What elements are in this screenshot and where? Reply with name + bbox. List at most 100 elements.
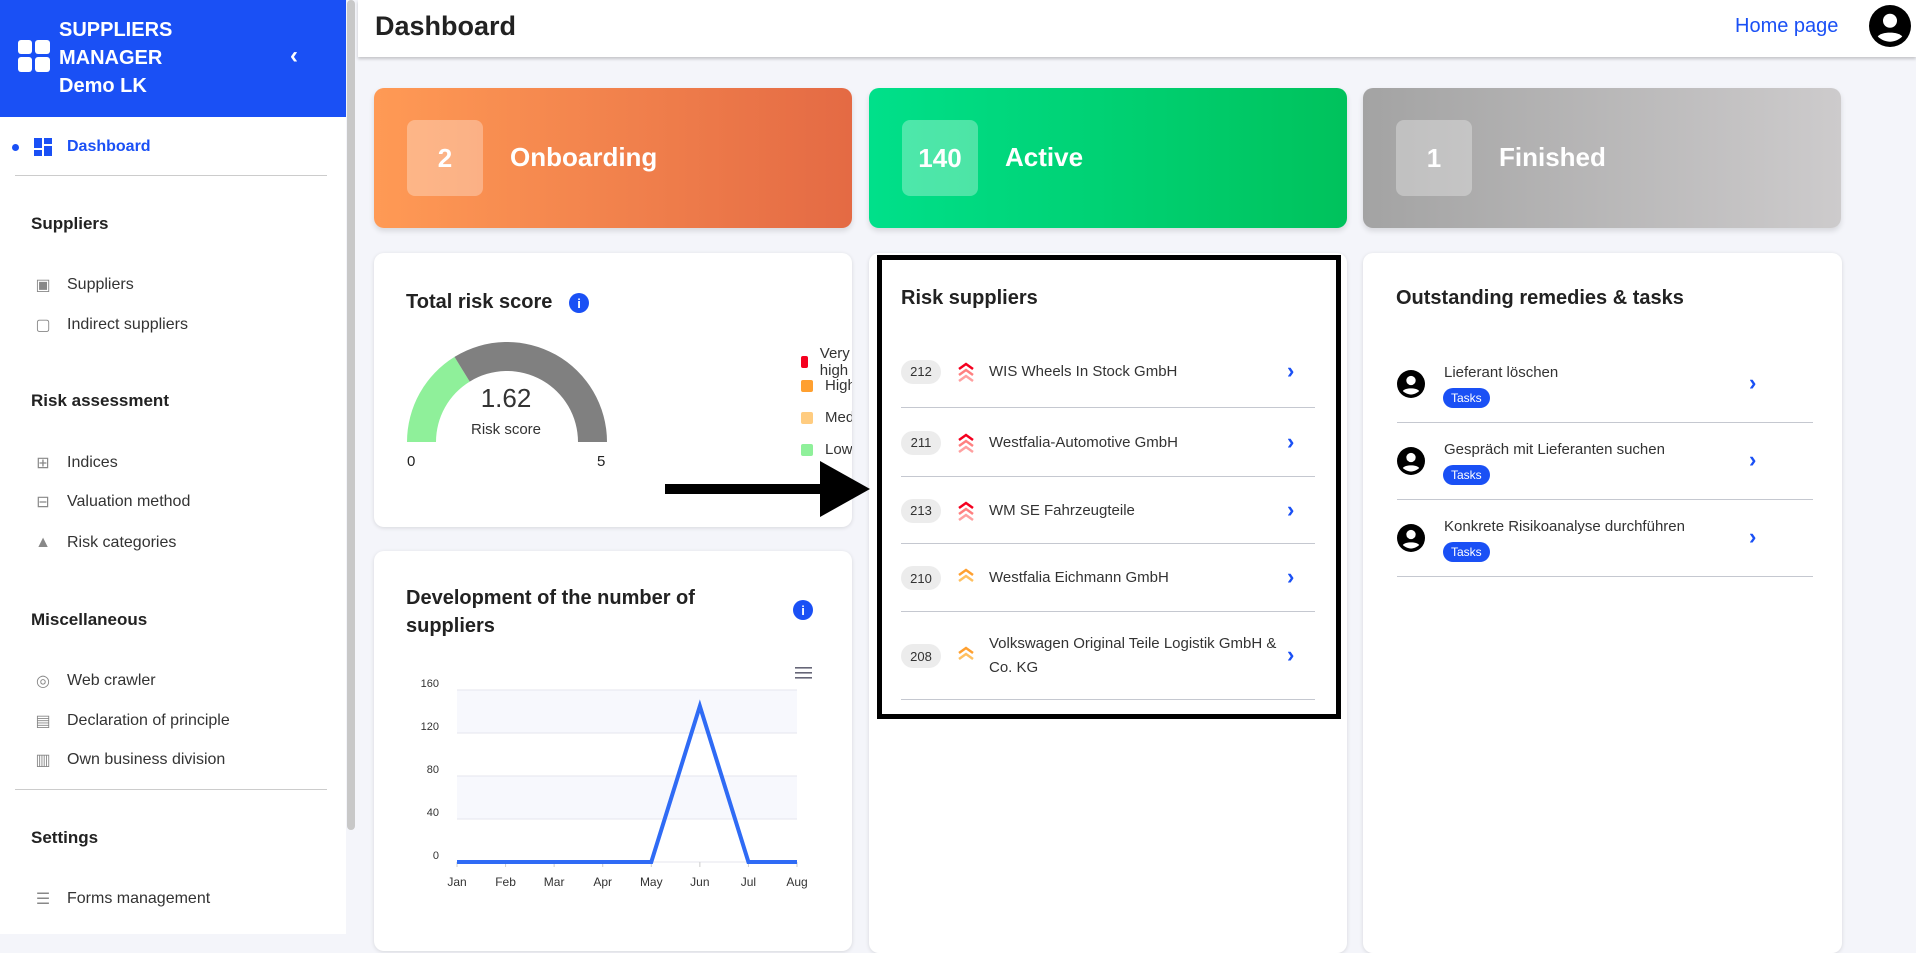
x-tick-label: Feb (495, 875, 516, 889)
stat-label: Finished (1499, 142, 1606, 172)
x-tick-label: Aug (786, 875, 807, 889)
active-indicator (12, 144, 19, 151)
home-page-link[interactable]: Home page (1735, 15, 1838, 38)
sidebar-item-label: Declaration of principle (67, 712, 230, 729)
grid-icon: ⊞ (36, 455, 50, 472)
sidebar-item-indirect-suppliers[interactable]: ▢ Indirect suppliers (32, 313, 188, 337)
legend-item: High (801, 377, 852, 394)
dashboard-icon (32, 138, 54, 156)
app-logo-icon (18, 40, 50, 72)
sidebar-item-label: Indices (67, 454, 118, 471)
stat-count: 2 (407, 120, 483, 196)
user-avatar-icon (1397, 447, 1425, 475)
sidebar-item-dashboard[interactable]: Dashboard (32, 135, 151, 159)
x-tick-label: Jul (741, 875, 756, 889)
divider (15, 789, 327, 790)
calculator-icon: ⊟ (36, 494, 50, 511)
document-icon: ▤ (35, 713, 51, 730)
legend-swatch (801, 379, 813, 392)
line-chart: 0 40 80 120 160 Jan Feb Mar Apr May Jun Jul Aug (421, 678, 808, 889)
app-title-line: Demo LK (59, 75, 147, 97)
sidebar-item-label: Valuation method (67, 493, 191, 510)
list-icon: ☰ (35, 891, 51, 908)
grid-band (457, 690, 797, 733)
supplier-development-card: Development of the number of suppliers i… (374, 551, 852, 951)
grid-band (457, 776, 797, 819)
sidebar-section-heading: Suppliers (31, 214, 109, 233)
legend-swatch (801, 356, 808, 368)
user-avatar-icon (1397, 524, 1425, 552)
collapse-sidebar-button[interactable]: ‹ (290, 42, 298, 70)
x-tick-label: Apr (593, 875, 612, 889)
badge-icon: ▣ (35, 277, 51, 294)
sidebar-item-own-business-division[interactable]: ▥ Own business division (32, 748, 225, 772)
chevron-right-icon[interactable]: › (1749, 447, 1756, 473)
app-title-line: SUPPLIERS (59, 19, 173, 41)
badge-outline-icon: ▢ (35, 317, 51, 334)
page-title: Dashboard (375, 11, 517, 41)
sidebar-item-label: Suppliers (67, 276, 134, 293)
sidebar-item-label: Indirect suppliers (67, 316, 188, 333)
stat-count: 1 (1396, 120, 1472, 196)
task-row[interactable]: Lieferant löschen Tasks › (1397, 346, 1813, 423)
sidebar-item-label: Risk categories (67, 534, 177, 551)
stat-card-finished[interactable]: 1 Finished (1363, 88, 1841, 228)
x-tick-label: Mar (544, 875, 565, 889)
task-title: Gespräch mit Lieferanten suchen (1444, 441, 1665, 458)
file-search-icon: ▥ (35, 752, 51, 769)
task-row[interactable]: Gespräch mit Lieferanten suchen Tasks › (1397, 423, 1813, 500)
info-icon[interactable]: i (569, 293, 589, 313)
sidebar: SUPPLIERS MANAGER Demo LK ‹ Dashboard Supp… (0, 0, 346, 934)
task-tag: Tasks (1443, 388, 1490, 408)
stat-count: 140 (902, 120, 978, 196)
shapes-icon: ▲ (35, 534, 51, 551)
sidebar-item-declaration-of-principle[interactable]: ▤ Declaration of principle (32, 709, 230, 733)
legend-label: Medium (825, 409, 852, 426)
legend-item: Very high (801, 345, 852, 379)
brand-header: SUPPLIERS MANAGER Demo LK ‹ (0, 0, 346, 117)
sidebar-scrollbar[interactable] (347, 0, 355, 830)
sidebar-item-valuation-method[interactable]: ⊟ Valuation method (32, 490, 190, 514)
x-tick-label: Jun (690, 875, 709, 889)
sidebar-item-forms-management[interactable]: ☰ Forms management (32, 887, 210, 911)
info-icon[interactable]: i (793, 600, 813, 620)
y-tick-label: 160 (421, 678, 439, 690)
legend-swatch (801, 411, 813, 424)
annotation-arrow (665, 461, 870, 517)
y-tick-label: 120 (421, 721, 439, 733)
stat-card-onboarding[interactable]: 2 Onboarding (374, 88, 852, 228)
task-tag: Tasks (1443, 465, 1490, 485)
y-tick-label: 40 (427, 807, 439, 819)
task-row[interactable]: Konkrete Risikoanalyse durchführen Tasks › (1397, 500, 1813, 577)
app-title: SUPPLIERS MANAGER Demo LK (59, 16, 172, 100)
sidebar-section-heading: Settings (31, 828, 99, 847)
sidebar-item-label: Dashboard (67, 138, 151, 155)
chevron-right-icon[interactable]: › (1749, 524, 1756, 550)
task-tag: Tasks (1443, 542, 1490, 562)
sidebar-item-suppliers[interactable]: ▣ Suppliers (32, 273, 134, 297)
sidebar-item-indices[interactable]: ⊞ Indices (32, 451, 118, 475)
x-tick-label: May (640, 875, 663, 889)
task-title: Lieferant löschen (1444, 364, 1559, 381)
sidebar-item-label: Web crawler (67, 672, 156, 689)
task-title: Konkrete Risikoanalyse durchführen (1444, 518, 1685, 535)
y-tick-label: 0 (433, 850, 439, 862)
sidebar-item-label: Forms management (67, 890, 211, 907)
legend-swatch (801, 443, 813, 456)
user-avatar-icon[interactable] (1869, 5, 1911, 47)
card-title: Total risk score (406, 291, 553, 313)
card-title: Outstanding remedies & tasks (1396, 287, 1684, 309)
sidebar-section-heading: Miscellaneous (31, 610, 148, 629)
user-avatar-icon (1397, 370, 1425, 398)
highlight-box (877, 255, 1341, 719)
top-bar: Dashboard Home page (358, 0, 1916, 57)
stat-label: Active (1005, 142, 1084, 172)
web-search-icon: ◎ (36, 673, 50, 690)
sidebar-item-risk-categories[interactable]: ▲ Risk categories (32, 531, 176, 555)
legend-item: Medium (801, 409, 852, 426)
sidebar-item-web-crawler[interactable]: ◎ Web crawler (32, 669, 156, 693)
app-title-line: MANAGER (59, 47, 163, 69)
stat-card-active[interactable]: 140 Active (869, 88, 1347, 228)
chevron-right-icon[interactable]: › (1749, 370, 1756, 396)
sidebar-item-label: Own business division (67, 751, 226, 768)
